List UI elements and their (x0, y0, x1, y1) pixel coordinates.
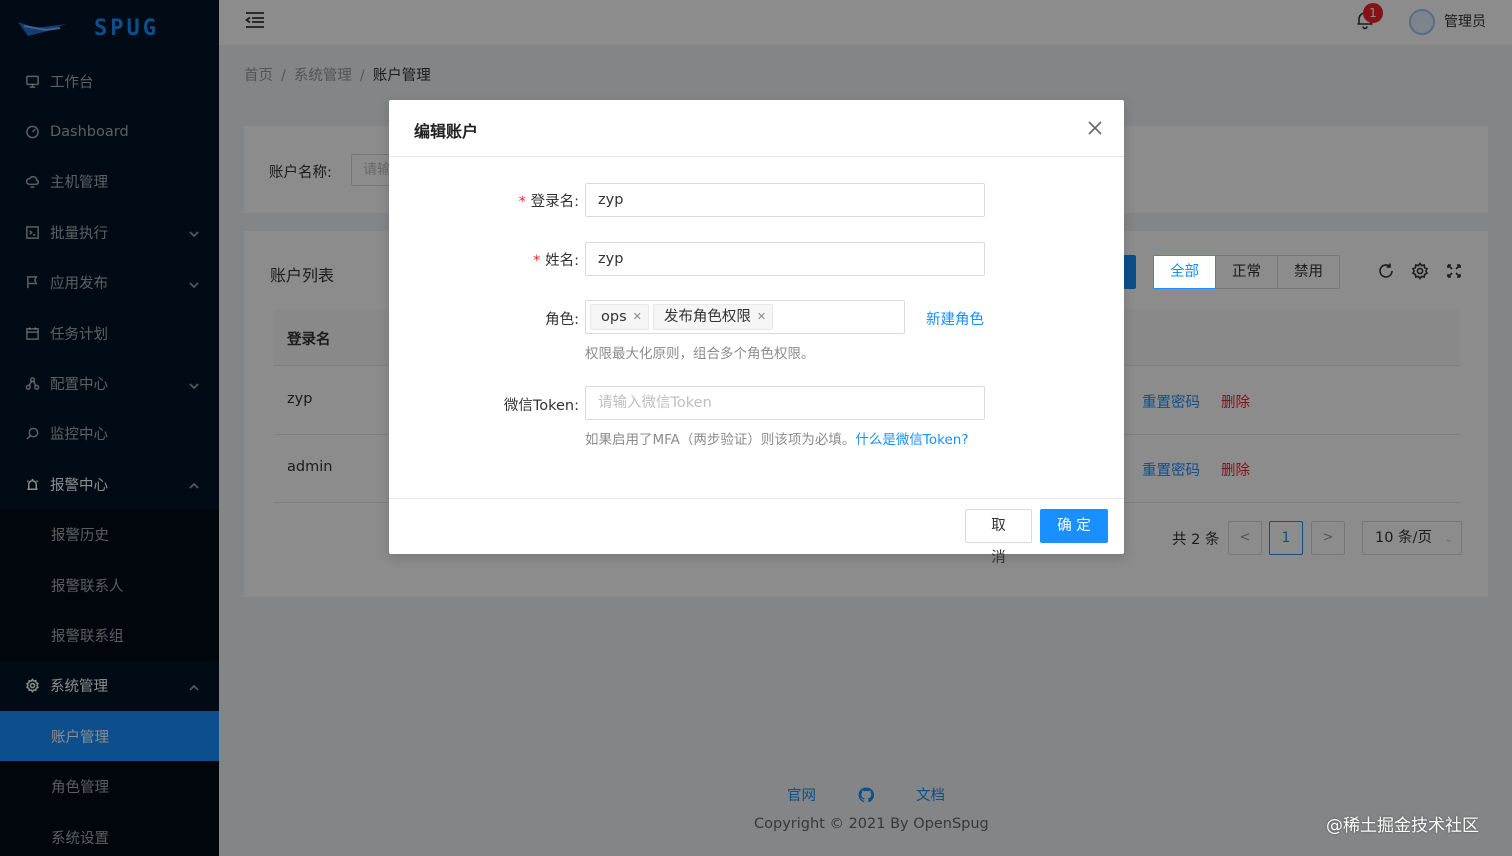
name-label: * 姓名: (532, 253, 579, 269)
new-role-link[interactable]: 新建角色 (926, 308, 984, 329)
tag-close-icon[interactable]: ✕ (757, 305, 766, 329)
role-tag: ops ✕ (590, 304, 649, 330)
confirm-button[interactable]: 确 定 (1040, 509, 1108, 543)
tag-close-icon[interactable]: ✕ (633, 305, 642, 329)
role-help-text: 权限最大化原则，组合多个角色权限。 (585, 346, 815, 362)
close-icon[interactable] (1088, 121, 1102, 135)
role-select[interactable]: ops ✕ 发布角色权限 ✕ (585, 300, 905, 334)
modal-header: 编辑账户 (389, 100, 1124, 157)
wx-token-help-link[interactable]: 什么是微信Token? (855, 432, 968, 448)
wx-token-input[interactable]: 请输入微信Token (585, 386, 985, 420)
cancel-button[interactable]: 取 消 (965, 509, 1032, 566)
role-label: 角色: (545, 312, 579, 328)
modal-title: 编辑账户 (414, 122, 479, 141)
watermark: @稀土掘金技术社区 (1326, 816, 1479, 836)
filter-all[interactable]: 全部 (1153, 255, 1216, 289)
login-name-input[interactable]: zyp (585, 183, 985, 217)
full-name-input[interactable]: zyp (585, 242, 985, 276)
wx-token-help-text: 如果启用了MFA（两步验证）则该项为必填。什么是微信Token? (585, 432, 969, 448)
role-tag: 发布角色权限 ✕ (652, 304, 774, 330)
wx-token-label: 微信Token: (503, 398, 579, 414)
modal-footer: 取 消 确 定 (389, 498, 1124, 566)
edit-account-modal: 编辑账户 * 登录名: zyp * 姓名: zyp 角色: ops ✕ 发布角色权限 ✕… (389, 100, 1124, 566)
login-label: * 登录名: (517, 194, 579, 210)
